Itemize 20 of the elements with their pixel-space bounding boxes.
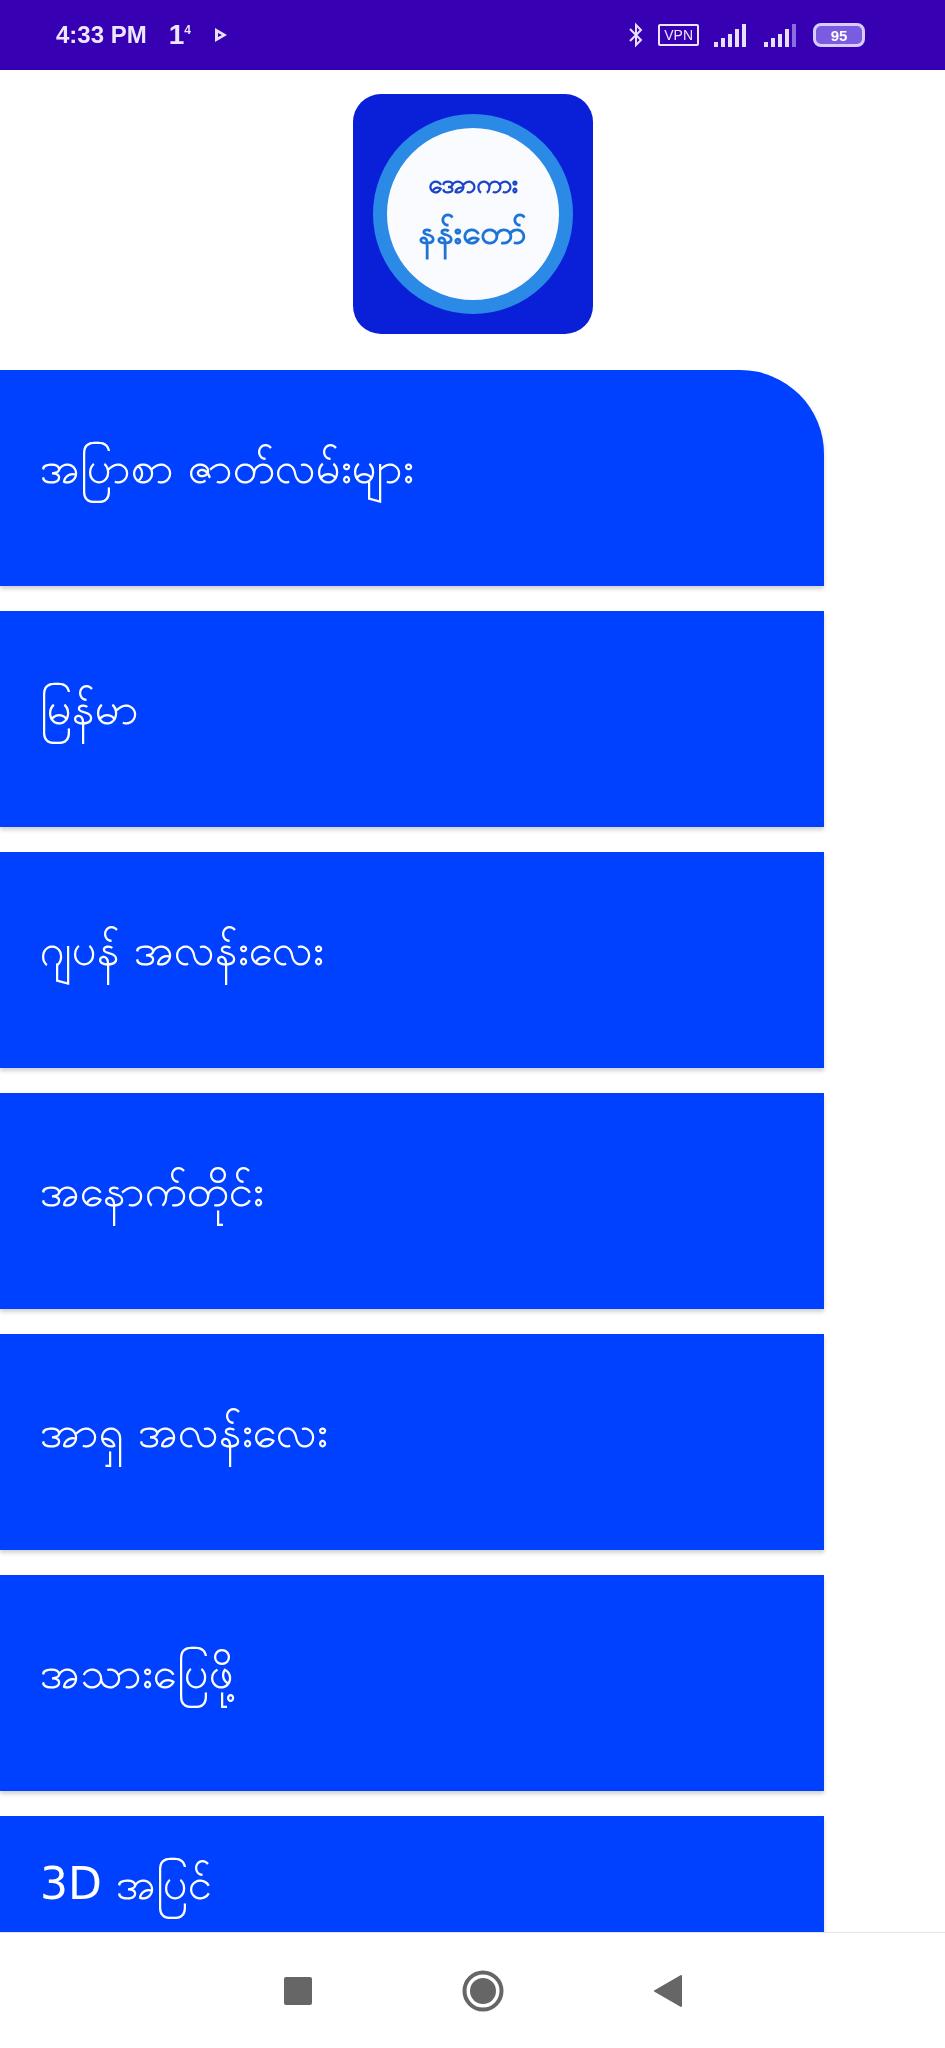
signal-icon <box>763 22 799 48</box>
category-button[interactable]: အပြာစာ ဇာတ်လမ်းများ <box>0 370 824 586</box>
notification-text: 1$^{4}$ <box>168 19 191 51</box>
logo-text: နန်းတော် <box>418 210 527 261</box>
bluetooth-icon <box>628 22 645 48</box>
home-button[interactable] <box>461 1969 504 2012</box>
back-button[interactable] <box>653 1974 682 2007</box>
clock: 4:33 PM <box>56 21 147 49</box>
category-button[interactable]: အာရှ အလန်းလေး <box>0 1334 824 1550</box>
vpn-badge: VPN <box>658 24 699 46</box>
play-icon <box>212 26 229 44</box>
signal-icon <box>713 22 749 48</box>
category-button[interactable]: အသားပြေဖို့ <box>0 1575 824 1791</box>
category-button[interactable]: ဂျပန် အလန်းလေး <box>0 852 824 1068</box>
category-button[interactable]: အနောက်တိုင်း <box>0 1093 824 1309</box>
category-button[interactable]: 3D အပြင် <box>0 1816 824 1932</box>
battery-level-text: 95 <box>830 26 848 44</box>
category-button[interactable]: မြန်မာ <box>0 611 824 827</box>
recents-button[interactable] <box>283 1976 312 2005</box>
logo-text: အောကား <box>427 168 518 201</box>
